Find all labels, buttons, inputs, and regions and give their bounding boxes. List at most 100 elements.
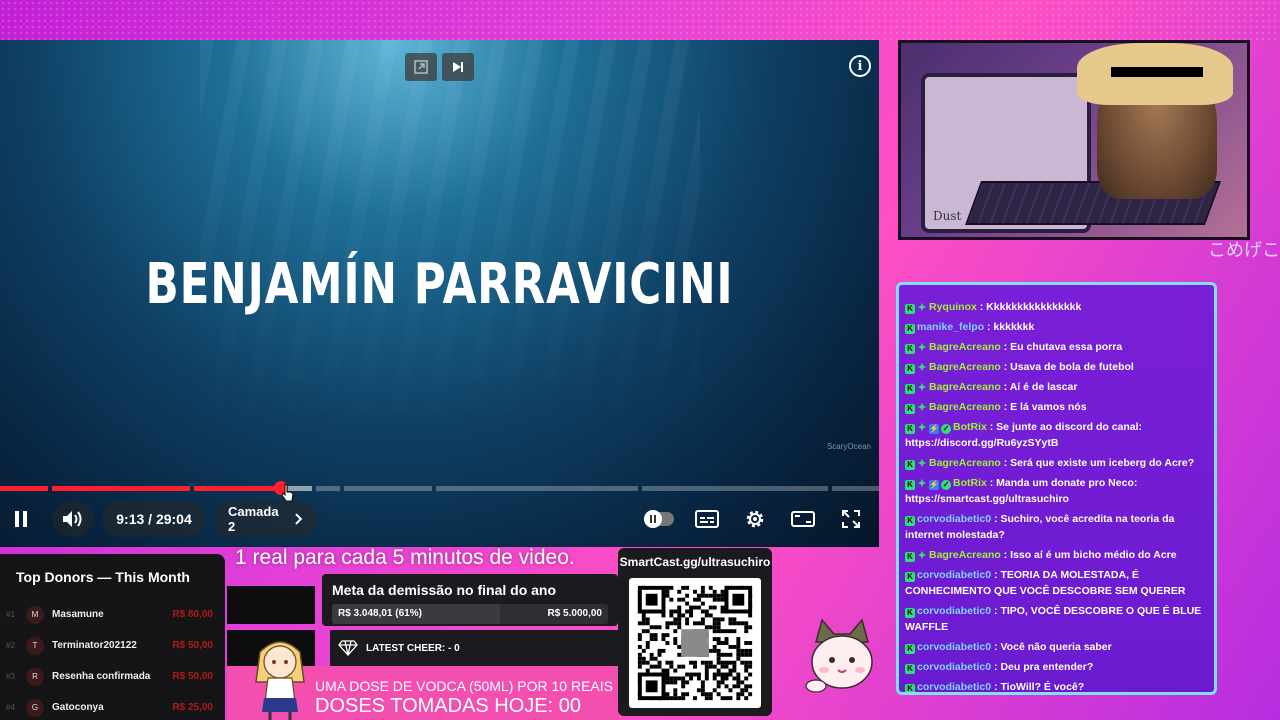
cam-censor-bar — [1111, 67, 1203, 77]
chat-username[interactable]: BagreAcreano — [929, 457, 1001, 469]
donor-row: #3 R Resenha confirmada R$ 50,00 — [6, 661, 213, 692]
chat-message: Kcorvodiabetic0 : TIPO, VOCÊ DESCOBRE O … — [905, 603, 1208, 635]
chat-username[interactable]: corvodiabetic0 — [917, 641, 991, 653]
donor-row: #2 T Terminator202122 R$ 50,00 — [6, 630, 213, 661]
chat-cutoff-line — [905, 289, 1208, 295]
kick-badge-icon: K — [905, 404, 915, 414]
autoplay-pause-icon — [650, 515, 656, 523]
donor-name: Resenha confirmada — [52, 671, 151, 682]
chat-message: Kcorvodiabetic0 : Você não queria saber — [905, 639, 1208, 655]
video-title-text: BENJAMÍN PARRAVICINI — [145, 252, 734, 317]
chapter-label: Camada 2 — [228, 504, 279, 534]
chat-username[interactable]: corvodiabetic0 — [917, 513, 991, 525]
chat-username[interactable]: BagreAcreano — [929, 341, 1001, 353]
chat-username[interactable]: Ryquinox — [929, 301, 977, 313]
sparkle-badge-icon: ✦ — [917, 382, 927, 394]
donation-goal: Meta da demissão no final do ano R$ 3.04… — [322, 574, 618, 626]
chat-message: Kcorvodiabetic0 : TioWill? É você? — [905, 679, 1208, 692]
subtitles-button[interactable] — [692, 498, 722, 540]
chat-username[interactable]: BagreAcreano — [929, 401, 1001, 413]
chat-message: K ✦ Ryquinox : Kkkkkkkkkkkkkkkk — [905, 299, 1208, 315]
skip-next-icon — [453, 62, 463, 72]
overlay-slab — [227, 586, 315, 624]
progress-segment — [194, 486, 278, 491]
kick-badge-icon: K — [905, 480, 915, 490]
chat-message: Kmanike_felpo : kkkkkkk — [905, 319, 1208, 335]
video-player[interactable]: BENJAMÍN PARRAVICINI i ScaryOcean 9:13 /… — [0, 40, 879, 547]
chat-username[interactable]: BagreAcreano — [929, 549, 1001, 561]
kick-badge-icon: K — [905, 384, 915, 394]
chat-message: K ✦ ⚡ ✓ BotRix : Manda um donate pro Neco: h… — [905, 475, 1208, 507]
kick-badge-icon: K — [905, 344, 915, 354]
donor-amount: R$ 50,00 — [172, 640, 213, 651]
chat-username[interactable]: manike_felpo — [917, 321, 984, 333]
pause-button[interactable] — [6, 498, 36, 540]
chat-text: : kkkkkkk — [987, 321, 1035, 333]
goal-progress-bar: R$ 3.048,01 (61%) R$ 5.000,00 — [332, 604, 608, 624]
chat-username[interactable]: corvodiabetic0 — [917, 681, 991, 692]
next-video-button[interactable] — [442, 53, 474, 81]
chat-message: K ✦ BagreAcreano : Usava de bola de futebo… — [905, 359, 1208, 375]
goal-title: Meta da demissão no final do ano — [332, 582, 557, 598]
progress-bar[interactable] — [0, 486, 879, 491]
qr-donation-box: SmartCast.gg/ultrasuchiro — [618, 548, 772, 716]
progress-segment — [436, 486, 638, 491]
chat-username[interactable]: corvodiabetic0 — [917, 605, 991, 617]
player-controls: 9:13 / 29:04 Camada 2 — [0, 498, 879, 540]
cam-side-text: こめげこ — [1208, 240, 1280, 260]
video-watermark: ScaryOcean — [826, 442, 871, 451]
kick-badge-icon: K — [905, 424, 915, 434]
theater-icon — [791, 511, 815, 527]
chat-text: : Será que existe um iceberg do Acre? — [1003, 457, 1195, 469]
kick-badge-icon: K — [905, 516, 915, 526]
chapter-button[interactable]: Camada 2 — [214, 501, 318, 537]
bot-badge-icon: ⚡ — [929, 480, 939, 490]
volume-button[interactable] — [52, 501, 94, 537]
theater-mode-button[interactable] — [788, 498, 818, 540]
fullscreen-icon — [842, 510, 860, 528]
time-display: 9:13 / 29:04 — [102, 501, 206, 537]
kick-badge-icon: K — [905, 552, 915, 562]
volume-icon — [63, 511, 82, 527]
chat-message: K ✦ ⚡ ✓ BotRix : Se junte ao discord do cana… — [905, 419, 1208, 451]
donor-rank: #2 — [6, 641, 15, 650]
chat-username[interactable]: BotRix — [953, 477, 987, 489]
chat-message: K ✦ BagreAcreano : Aí é de lascar — [905, 379, 1208, 395]
bot-badge-icon: ⚡ — [929, 424, 939, 434]
top-donors-panel: Top Donors — This Month #1 M Masamune R$ 80… — [0, 554, 225, 720]
chat-username[interactable]: corvodiabetic0 — [917, 661, 991, 673]
progress-segment — [832, 486, 879, 491]
diamond-icon — [338, 640, 358, 656]
donor-amount: R$ 80,00 — [172, 609, 213, 620]
progress-segment — [52, 486, 190, 491]
chat-username[interactable]: corvodiabetic0 — [917, 569, 991, 581]
kick-badge-icon: K — [905, 608, 915, 618]
goal-current: R$ 3.048,01 (61%) — [338, 608, 422, 619]
sparkle-badge-icon: ✦ — [917, 362, 927, 374]
miniplayer-icon — [414, 60, 428, 74]
autoplay-toggle[interactable] — [642, 498, 676, 540]
sparkle-badge-icon: ✦ — [917, 402, 927, 414]
fullscreen-button[interactable] — [836, 498, 866, 540]
chat-text: : Manda um donate pro Neco: https://smar… — [905, 477, 1138, 505]
chat-username[interactable]: BagreAcreano — [929, 361, 1001, 373]
donor-name: Masamune — [52, 609, 104, 620]
miniplayer-button[interactable] — [405, 53, 437, 81]
chat-message: K ✦ BagreAcreano : E lá vamos nós — [905, 399, 1208, 415]
kick-badge-icon: K — [905, 664, 915, 674]
chat-username[interactable]: BagreAcreano — [929, 381, 1001, 393]
info-icon[interactable]: i — [849, 55, 871, 77]
chat-message-list: K ✦ Ryquinox : Kkkkkkkkkkkkkkkk Kmanike_fel… — [905, 299, 1208, 692]
verified-badge-icon: ✓ — [941, 424, 951, 434]
chat-panel: K ✦ Ryquinox : Kkkkkkkkkkkkkkkk Kmanike_fel… — [896, 282, 1217, 695]
kick-badge-icon: K — [905, 572, 915, 582]
chat-text: : Eu chutava essa porra — [1003, 341, 1123, 353]
donor-avatar: R — [26, 667, 44, 686]
chat-username[interactable]: BotRix — [953, 421, 987, 433]
chat-text: : Aí é de lascar — [1003, 381, 1078, 393]
chat-message: Kcorvodiabetic0 : Deu pra entender? — [905, 659, 1208, 675]
progress-segment — [642, 486, 828, 491]
sparkle-badge-icon: ✦ — [917, 422, 927, 434]
settings-button[interactable] — [740, 498, 770, 540]
anime-girl-sticker — [255, 641, 305, 720]
